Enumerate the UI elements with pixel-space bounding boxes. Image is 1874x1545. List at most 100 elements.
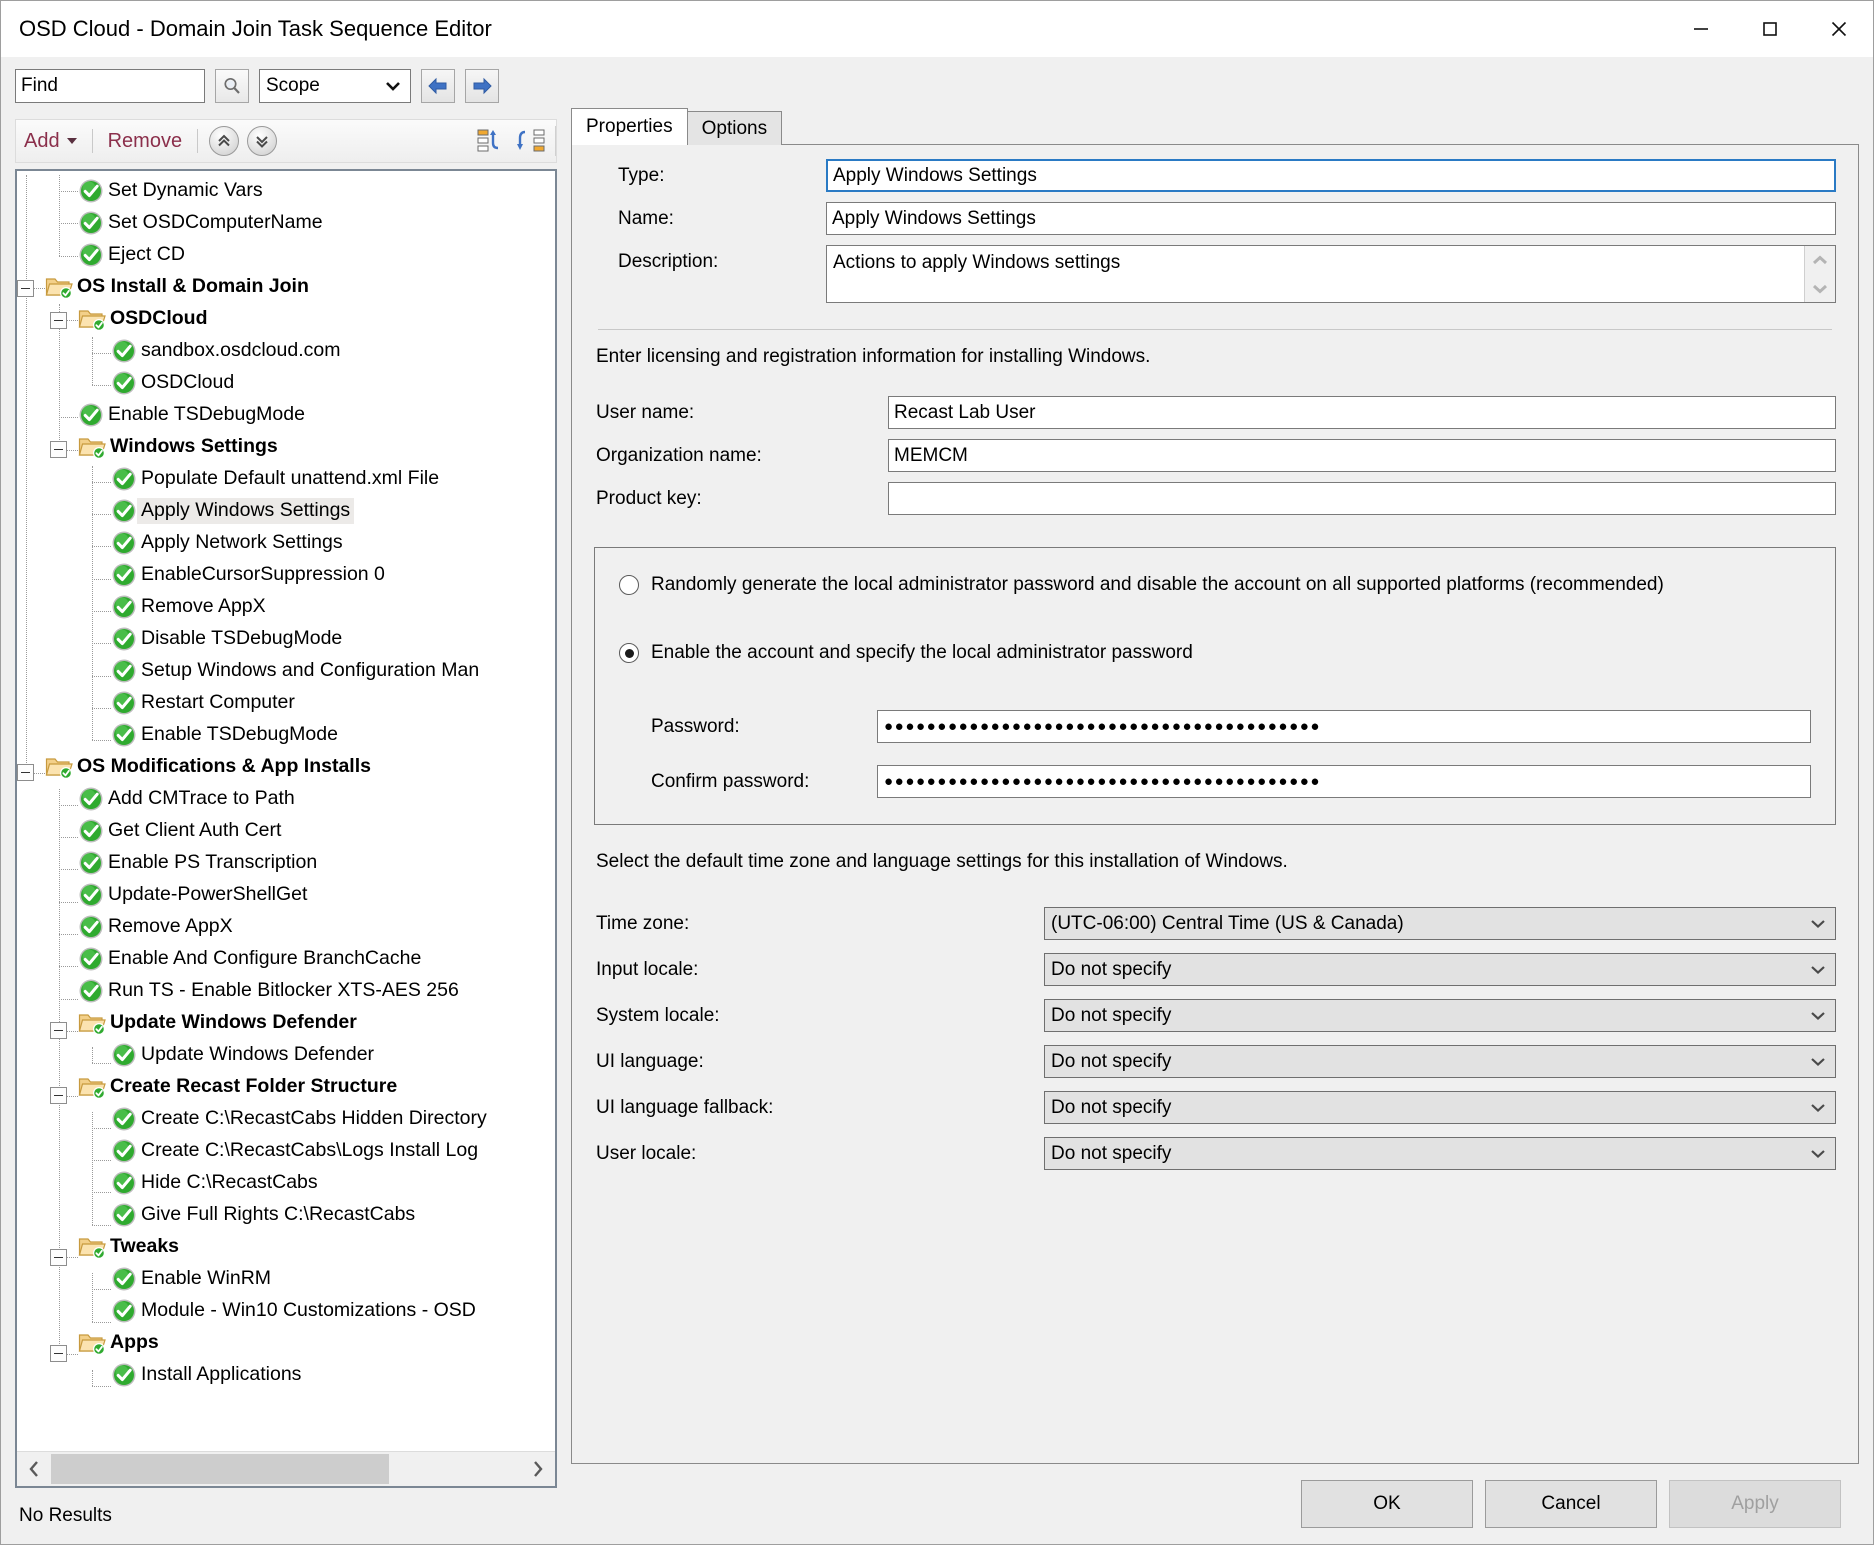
- green-check-icon: [78, 210, 104, 236]
- locale-dropdown[interactable]: Do not specify: [1044, 999, 1836, 1032]
- tree-group-node[interactable]: OS Modifications & App Installs: [17, 751, 555, 783]
- chevron-down-icon: [1809, 908, 1827, 939]
- tree-step-node[interactable]: Disable TSDebugMode: [17, 623, 555, 655]
- radio-random-password[interactable]: Randomly generate the local administrato…: [595, 574, 1835, 596]
- locale-dropdown[interactable]: (UTC-06:00) Central Time (US & Canada): [1044, 907, 1836, 940]
- tree-step-node[interactable]: Give Full Rights C:\RecastCabs: [17, 1199, 555, 1231]
- task-sequence-tree[interactable]: Set Dynamic VarsSet OSDComputerNameEject…: [17, 171, 555, 1451]
- locale-value: Do not specify: [1045, 959, 1171, 981]
- tree-step-node[interactable]: Setup Windows and Configuration Man: [17, 655, 555, 687]
- green-check-icon: [111, 1170, 137, 1196]
- tree-step-node[interactable]: Create C:\RecastCabs Hidden Directory: [17, 1103, 555, 1135]
- tree-step-node[interactable]: Enable And Configure BranchCache: [17, 943, 555, 975]
- scope-dropdown[interactable]: Scope: [259, 69, 411, 103]
- locale-rows: Time zone:(UTC-06:00) Central Time (US &…: [594, 907, 1836, 1183]
- tree-step-node[interactable]: Apply Network Settings: [17, 527, 555, 559]
- tree-step-node[interactable]: EnableCursorSuppression 0: [17, 559, 555, 591]
- tree-step-node[interactable]: Populate Default unattend.xml File: [17, 463, 555, 495]
- close-button[interactable]: [1804, 1, 1873, 57]
- tree-step-node[interactable]: Add CMTrace to Path: [17, 783, 555, 815]
- minimize-button[interactable]: [1666, 1, 1735, 57]
- chevron-up-icon[interactable]: [1812, 255, 1828, 266]
- tree-step-node[interactable]: OSDCloud: [17, 367, 555, 399]
- tree-node-label: Windows Settings: [106, 434, 282, 461]
- tree-step-node[interactable]: Update-PowerShellGet: [17, 879, 555, 911]
- find-next-button[interactable]: [465, 69, 499, 103]
- password-input[interactable]: ●●●●●●●●●●●●●●●●●●●●●●●●●●●●●●●●●●●●●●●●…: [877, 710, 1811, 743]
- name-input[interactable]: [826, 202, 1836, 235]
- tree-node-label: OS Install & Domain Join: [73, 274, 313, 301]
- tree-step-node[interactable]: Enable WinRM: [17, 1263, 555, 1295]
- tree-step-node[interactable]: Module - Win10 Customizations - OSD: [17, 1295, 555, 1327]
- tree-step-node[interactable]: Create C:\RecastCabs\Logs Install Log: [17, 1135, 555, 1167]
- tree-step-node[interactable]: Update Windows Defender: [17, 1039, 555, 1071]
- type-input[interactable]: [826, 159, 1836, 192]
- locale-dropdown[interactable]: Do not specify: [1044, 1091, 1836, 1124]
- tree-step-node[interactable]: Set Dynamic Vars: [17, 175, 555, 207]
- remove-button[interactable]: Remove: [100, 130, 190, 153]
- folder-icon: [45, 274, 73, 300]
- description-scrollbar[interactable]: [1804, 246, 1835, 302]
- search-button[interactable]: [215, 69, 249, 103]
- cancel-button[interactable]: Cancel: [1485, 1480, 1657, 1528]
- tree-node-label: Create Recast Folder Structure: [106, 1074, 401, 1101]
- confirm-password-input[interactable]: ●●●●●●●●●●●●●●●●●●●●●●●●●●●●●●●●●●●●●●●●…: [877, 765, 1811, 798]
- tree-step-node[interactable]: Remove AppX: [17, 591, 555, 623]
- locale-dropdown[interactable]: Do not specify: [1044, 953, 1836, 986]
- expand-all-button[interactable]: [517, 128, 545, 154]
- tree-group-node[interactable]: OS Install & Domain Join: [17, 271, 555, 303]
- locale-dropdown[interactable]: Do not specify: [1044, 1045, 1836, 1078]
- confirm-password-label: Confirm password:: [619, 771, 877, 793]
- chevron-down-icon[interactable]: [1812, 283, 1828, 294]
- find-input[interactable]: [15, 69, 205, 103]
- collapse-all-button[interactable]: [477, 128, 505, 154]
- tab-options[interactable]: Options: [687, 111, 782, 145]
- tree-step-node[interactable]: Enable TSDebugMode: [17, 399, 555, 431]
- status-text: No Results: [19, 1505, 112, 1527]
- scroll-track[interactable]: [51, 1452, 521, 1486]
- tree-node-label: Hide C:\RecastCabs: [137, 1170, 322, 1197]
- user-name-input[interactable]: [888, 396, 1836, 429]
- product-key-input[interactable]: [888, 482, 1836, 515]
- move-down-button[interactable]: [247, 126, 277, 156]
- ok-button[interactable]: OK: [1301, 1480, 1473, 1528]
- find-previous-button[interactable]: [421, 69, 455, 103]
- tree-step-node[interactable]: Enable PS Transcription: [17, 847, 555, 879]
- description-textarea[interactable]: Actions to apply Windows settings: [826, 245, 1836, 303]
- tree-step-node[interactable]: Install Applications: [17, 1359, 555, 1391]
- tree-step-node[interactable]: Enable TSDebugMode: [17, 719, 555, 751]
- tree-node-label: Apply Network Settings: [137, 530, 347, 557]
- tree-step-node[interactable]: sandbox.osdcloud.com: [17, 335, 555, 367]
- tree-group-node[interactable]: Update Windows Defender: [17, 1007, 555, 1039]
- tree-step-node[interactable]: Remove AppX: [17, 911, 555, 943]
- maximize-button[interactable]: [1735, 1, 1804, 57]
- apply-button[interactable]: Apply: [1669, 1480, 1841, 1528]
- green-check-icon: [111, 498, 137, 524]
- tree-group-node[interactable]: Tweaks: [17, 1231, 555, 1263]
- tree-step-node[interactable]: Get Client Auth Cert: [17, 815, 555, 847]
- tree-group-node[interactable]: OSDCloud: [17, 303, 555, 335]
- organization-input[interactable]: [888, 439, 1836, 472]
- locale-dropdown[interactable]: Do not specify: [1044, 1137, 1836, 1170]
- tree-step-node[interactable]: Hide C:\RecastCabs: [17, 1167, 555, 1199]
- tab-properties[interactable]: Properties: [571, 108, 688, 145]
- tree-node-label: Apps: [106, 1330, 163, 1357]
- scroll-right-button[interactable]: [521, 1452, 555, 1486]
- radio-enable-account[interactable]: Enable the account and specify the local…: [595, 642, 1835, 664]
- tree-group-node[interactable]: Apps: [17, 1327, 555, 1359]
- tree-step-node[interactable]: Run TS - Enable Bitlocker XTS-AES 256: [17, 975, 555, 1007]
- tree-step-node[interactable]: Apply Windows Settings: [17, 495, 555, 527]
- scroll-left-button[interactable]: [17, 1452, 51, 1486]
- scroll-thumb[interactable]: [51, 1454, 389, 1484]
- title-bar: OSD Cloud - Domain Join Task Sequence Ed…: [1, 1, 1873, 57]
- move-up-button[interactable]: [209, 126, 239, 156]
- tree-group-node[interactable]: Windows Settings: [17, 431, 555, 463]
- add-button[interactable]: Add: [16, 130, 85, 153]
- tree-step-node[interactable]: Restart Computer: [17, 687, 555, 719]
- tree-group-node[interactable]: Create Recast Folder Structure: [17, 1071, 555, 1103]
- radio-random-password-indicator[interactable]: [619, 575, 639, 595]
- tree-step-node[interactable]: Eject CD: [17, 239, 555, 271]
- tree-step-node[interactable]: Set OSDComputerName: [17, 207, 555, 239]
- tree-horizontal-scrollbar[interactable]: [17, 1451, 555, 1486]
- radio-enable-account-indicator[interactable]: [619, 643, 639, 663]
